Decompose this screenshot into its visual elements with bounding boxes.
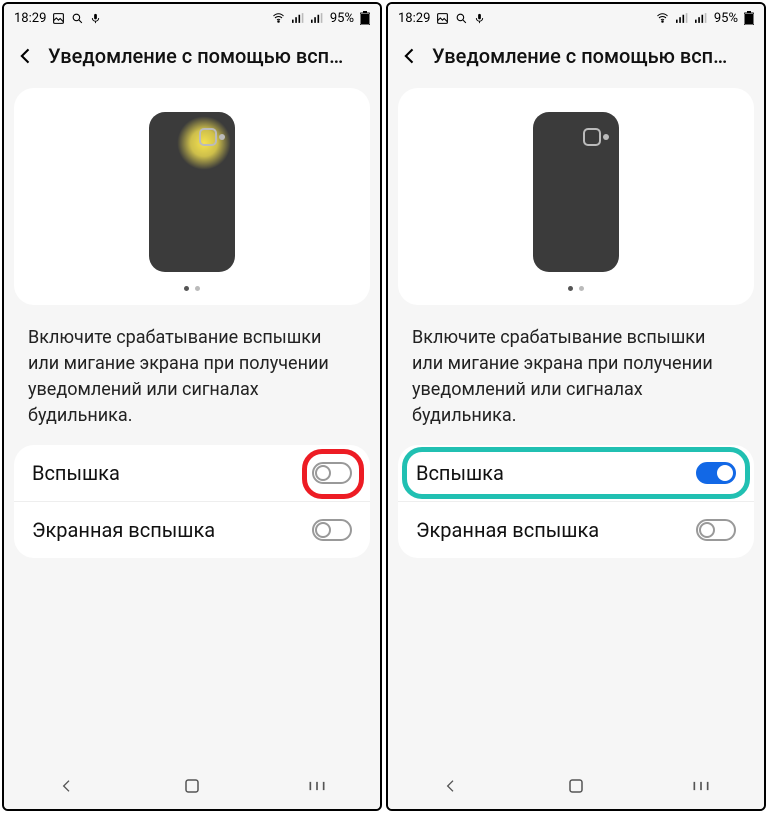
battery-text: 95% bbox=[330, 11, 354, 26]
toggle-flash[interactable] bbox=[696, 462, 736, 484]
description-text: Включите срабатывание вспышки или мигани… bbox=[14, 305, 370, 445]
page-header: Уведомление с помощью всп… bbox=[4, 32, 380, 80]
description-text: Включите срабатывание вспышки или мигани… bbox=[398, 305, 754, 445]
setting-label: Экранная вспышка bbox=[416, 518, 599, 542]
setting-label: Экранная вспышка bbox=[32, 518, 215, 542]
nav-home-button[interactable] bbox=[546, 777, 606, 795]
signal-icon bbox=[676, 12, 689, 24]
page-header: Уведомление с помощью всп… bbox=[388, 32, 764, 80]
camera-dot-icon bbox=[603, 134, 609, 140]
status-bar: 18:29 95% bbox=[4, 4, 380, 32]
status-time: 18:29 bbox=[14, 11, 46, 26]
setting-label: Вспышка bbox=[32, 461, 120, 485]
chevron-left-icon bbox=[400, 46, 420, 66]
phone-screen-left: 18:29 95% Уведомление с помощью всп… bbox=[2, 2, 382, 811]
toggle-screen-flash[interactable] bbox=[312, 519, 352, 541]
battery-icon bbox=[744, 11, 754, 25]
system-navbar bbox=[388, 763, 764, 809]
wifi-icon bbox=[271, 12, 286, 24]
signal-icon bbox=[292, 12, 305, 24]
settings-list: Вспышка Экранная вспышка bbox=[14, 445, 370, 558]
pager-dots[interactable] bbox=[568, 286, 584, 291]
pager-dots[interactable] bbox=[184, 286, 200, 291]
signal-icon-2 bbox=[695, 12, 708, 24]
preview-card bbox=[14, 88, 370, 305]
nav-recents-button[interactable] bbox=[671, 779, 731, 793]
camera-icon bbox=[583, 128, 601, 146]
wifi-icon bbox=[655, 12, 670, 24]
battery-text: 95% bbox=[714, 11, 738, 26]
back-button[interactable] bbox=[14, 44, 38, 68]
content-area: Включите срабатывание вспышки или мигани… bbox=[4, 80, 380, 763]
camera-icon bbox=[199, 128, 217, 146]
setting-screen-flash[interactable]: Экранная вспышка bbox=[14, 501, 370, 558]
search-icon bbox=[455, 12, 468, 25]
page-title: Уведомление с помощью всп… bbox=[48, 44, 370, 68]
setting-label: Вспышка bbox=[416, 461, 504, 485]
mic-icon bbox=[90, 12, 101, 25]
pager-dot bbox=[579, 286, 584, 291]
status-bar: 18:29 95% bbox=[388, 4, 764, 32]
pager-dot bbox=[184, 286, 189, 291]
system-navbar bbox=[4, 763, 380, 809]
nav-home-button[interactable] bbox=[162, 777, 222, 795]
phone-illustration bbox=[149, 112, 235, 272]
search-icon bbox=[71, 12, 84, 25]
pager-dot bbox=[568, 286, 573, 291]
nav-back-button[interactable] bbox=[421, 778, 481, 794]
nav-back-button[interactable] bbox=[37, 778, 97, 794]
battery-icon bbox=[360, 11, 370, 25]
gallery-icon bbox=[52, 12, 65, 25]
mic-icon bbox=[474, 12, 485, 25]
settings-list: Вспышка Экранная вспышка bbox=[398, 445, 754, 558]
camera-dot-icon bbox=[219, 134, 225, 140]
setting-flash[interactable]: Вспышка bbox=[398, 445, 754, 501]
gallery-icon bbox=[436, 12, 449, 25]
setting-flash[interactable]: Вспышка bbox=[14, 445, 370, 501]
setting-screen-flash[interactable]: Экранная вспышка bbox=[398, 501, 754, 558]
back-button[interactable] bbox=[398, 44, 422, 68]
content-area: Включите срабатывание вспышки или мигани… bbox=[388, 80, 764, 763]
status-time: 18:29 bbox=[398, 11, 430, 26]
page-title: Уведомление с помощью всп… bbox=[432, 44, 754, 68]
toggle-screen-flash[interactable] bbox=[696, 519, 736, 541]
phone-illustration bbox=[533, 112, 619, 272]
chevron-left-icon bbox=[16, 46, 36, 66]
toggle-flash[interactable] bbox=[312, 462, 352, 484]
phone-screen-right: 18:29 95% Уведомление с помощью всп… bbox=[386, 2, 766, 811]
nav-recents-button[interactable] bbox=[287, 779, 347, 793]
pager-dot bbox=[195, 286, 200, 291]
preview-card bbox=[398, 88, 754, 305]
signal-icon-2 bbox=[311, 12, 324, 24]
